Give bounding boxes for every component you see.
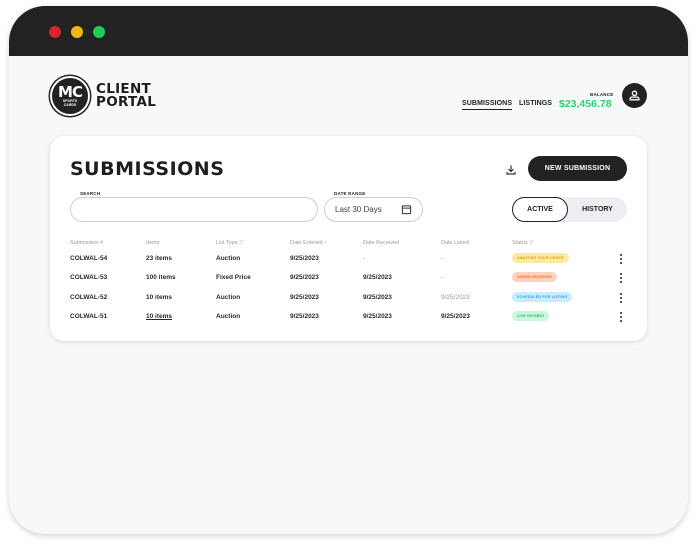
filter-icon[interactable]: ▽ bbox=[529, 240, 533, 246]
table-row[interactable]: COLWAL-52 10 items Auction 9/25/2023 9/25/20… bbox=[70, 291, 630, 305]
maximize-window-button[interactable] bbox=[93, 26, 105, 38]
kebab-dot bbox=[620, 254, 622, 256]
date-received-cell: 9/25/2023 bbox=[363, 294, 392, 301]
status-badge: SCHEDULED FOR LISTING bbox=[512, 292, 573, 302]
search-label: SEARCH bbox=[80, 191, 101, 196]
table-row[interactable]: COLWAL-51 10 items Auction 9/25/2023 9/25/20… bbox=[70, 310, 630, 324]
items-cell: 23 items bbox=[146, 255, 173, 262]
column-header-status[interactable]: Status ▽ bbox=[512, 240, 533, 246]
column-header-date-entered[interactable]: Date Entered – bbox=[290, 240, 327, 246]
client-portal-logo[interactable]: MC SPORTS CARDS CLIENT PORTAL bbox=[50, 76, 156, 116]
list-type-cell: Auction bbox=[216, 313, 241, 320]
date-listed-cell: 9/25/2023 bbox=[441, 313, 470, 320]
column-header-date-listed[interactable]: Date Listed bbox=[441, 240, 469, 246]
submission-id-cell: COLWAL-54 bbox=[70, 255, 108, 262]
items-cell: 100 items bbox=[146, 274, 176, 281]
column-header-label: Submission # bbox=[70, 240, 104, 246]
sort-icon[interactable]: – bbox=[324, 240, 327, 246]
list-type-cell: Auction bbox=[216, 255, 241, 262]
submission-id-cell: COLWAL-53 bbox=[70, 274, 108, 281]
close-window-button[interactable] bbox=[49, 26, 61, 38]
download-icon bbox=[506, 165, 516, 175]
date-entered-cell: 9/25/2023 bbox=[290, 274, 319, 281]
list-type-cell: Auction bbox=[216, 294, 241, 301]
kebab-dot bbox=[620, 273, 622, 275]
active-history-toggle: ACTIVE HISTORY bbox=[512, 197, 627, 222]
kebab-dot bbox=[620, 293, 622, 295]
logo-sub-2: CARDS bbox=[63, 103, 77, 107]
row-actions-menu-icon[interactable] bbox=[618, 272, 624, 284]
kebab-dot bbox=[620, 320, 622, 322]
list-type-cell: Fixed Price bbox=[216, 274, 251, 281]
submission-id-cell: COLWAL-52 bbox=[70, 294, 108, 301]
date-received-cell: 9/25/2023 bbox=[363, 274, 392, 281]
new-submission-button[interactable]: NEW SUBMISSION bbox=[528, 156, 627, 181]
balance-value: $23,456.78 bbox=[559, 98, 612, 110]
search-input[interactable] bbox=[70, 197, 318, 222]
nav-listings[interactable]: LISTINGS bbox=[519, 100, 552, 107]
logo-wordmark: CLIENT PORTAL bbox=[96, 82, 157, 110]
kebab-dot bbox=[620, 277, 622, 279]
mc-logo-icon: MC SPORTS CARDS bbox=[50, 76, 90, 116]
date-entered-cell: 9/25/2023 bbox=[290, 255, 319, 262]
kebab-dot bbox=[620, 262, 622, 264]
items-cell[interactable]: 10 items bbox=[146, 313, 172, 320]
app-window: MC SPORTS CARDS CLIENT PORTAL SUBMISSION… bbox=[9, 6, 688, 534]
date-entered-cell: 9/25/2023 bbox=[290, 294, 319, 301]
column-header-label: Date Received bbox=[363, 240, 400, 246]
date-received-cell: - bbox=[363, 255, 366, 262]
kebab-dot bbox=[620, 312, 622, 314]
kebab-dot bbox=[620, 258, 622, 260]
date-entered-cell: 9/25/2023 bbox=[290, 313, 319, 320]
items-cell: 10 items bbox=[146, 294, 173, 301]
table-row[interactable]: COLWAL-53 100 items Fixed Price 9/25/2023 9/… bbox=[70, 271, 630, 285]
logo-initials: MC bbox=[58, 83, 83, 101]
column-header-label: Date Entered bbox=[290, 240, 323, 246]
column-header-date-received[interactable]: Date Received bbox=[363, 240, 399, 246]
date-range-label: DATE RANGE bbox=[334, 191, 366, 196]
date-range-picker[interactable]: Last 30 Days bbox=[324, 197, 423, 222]
row-actions-menu-icon[interactable] bbox=[618, 292, 624, 304]
logo-line-2: PORTAL bbox=[96, 94, 157, 110]
column-header-items[interactable]: Items bbox=[146, 240, 159, 246]
column-header-list-type[interactable]: List Type ▽ bbox=[216, 240, 244, 246]
row-actions-menu-icon[interactable] bbox=[618, 311, 624, 323]
user-icon bbox=[629, 90, 640, 101]
submissions-card: SUBMISSIONS NEW SUBMISSION SEARCH DATE R… bbox=[50, 136, 647, 341]
tab-active[interactable]: ACTIVE bbox=[512, 197, 568, 222]
submission-id-cell: COLWAL-51 bbox=[70, 313, 108, 320]
page-title: SUBMISSIONS bbox=[70, 158, 225, 180]
calendar-icon bbox=[401, 205, 412, 215]
column-header-label: Date Listed bbox=[441, 240, 469, 246]
user-account-button[interactable] bbox=[622, 83, 647, 108]
filter-icon[interactable]: ▽ bbox=[239, 240, 243, 246]
status-badge: AWAITING YOUR ORDER bbox=[512, 253, 569, 263]
table-row[interactable]: COLWAL-54 23 items Auction 9/25/2023 - - AWAIT… bbox=[70, 252, 630, 266]
date-listed-cell: - bbox=[441, 274, 444, 281]
date-listed-cell: - bbox=[441, 255, 444, 262]
column-header-label: Status bbox=[512, 240, 528, 246]
kebab-dot bbox=[620, 301, 622, 303]
nav-submissions[interactable]: SUBMISSIONS bbox=[462, 100, 513, 110]
title-bar bbox=[9, 6, 688, 56]
column-header-submission[interactable]: Submission # bbox=[70, 240, 103, 246]
date-received-cell: 9/25/2023 bbox=[363, 313, 392, 320]
date-listed-cell: 9/25/2023 bbox=[441, 294, 470, 301]
status-badge: ORDER RECEIVED bbox=[512, 272, 558, 282]
kebab-dot bbox=[620, 297, 622, 299]
column-header-label: List Type bbox=[216, 240, 238, 246]
minimize-window-button[interactable] bbox=[71, 26, 83, 38]
balance-label: BALANCE bbox=[590, 92, 614, 97]
row-actions-menu-icon[interactable] bbox=[618, 253, 624, 265]
date-range-value: Last 30 Days bbox=[335, 205, 382, 214]
status-badge: LIVE ON EBAY bbox=[512, 311, 550, 321]
column-header-label: Items bbox=[146, 240, 160, 246]
download-button[interactable] bbox=[505, 163, 517, 175]
kebab-dot bbox=[620, 316, 622, 318]
kebab-dot bbox=[620, 281, 622, 283]
tab-history[interactable]: HISTORY bbox=[568, 197, 627, 222]
